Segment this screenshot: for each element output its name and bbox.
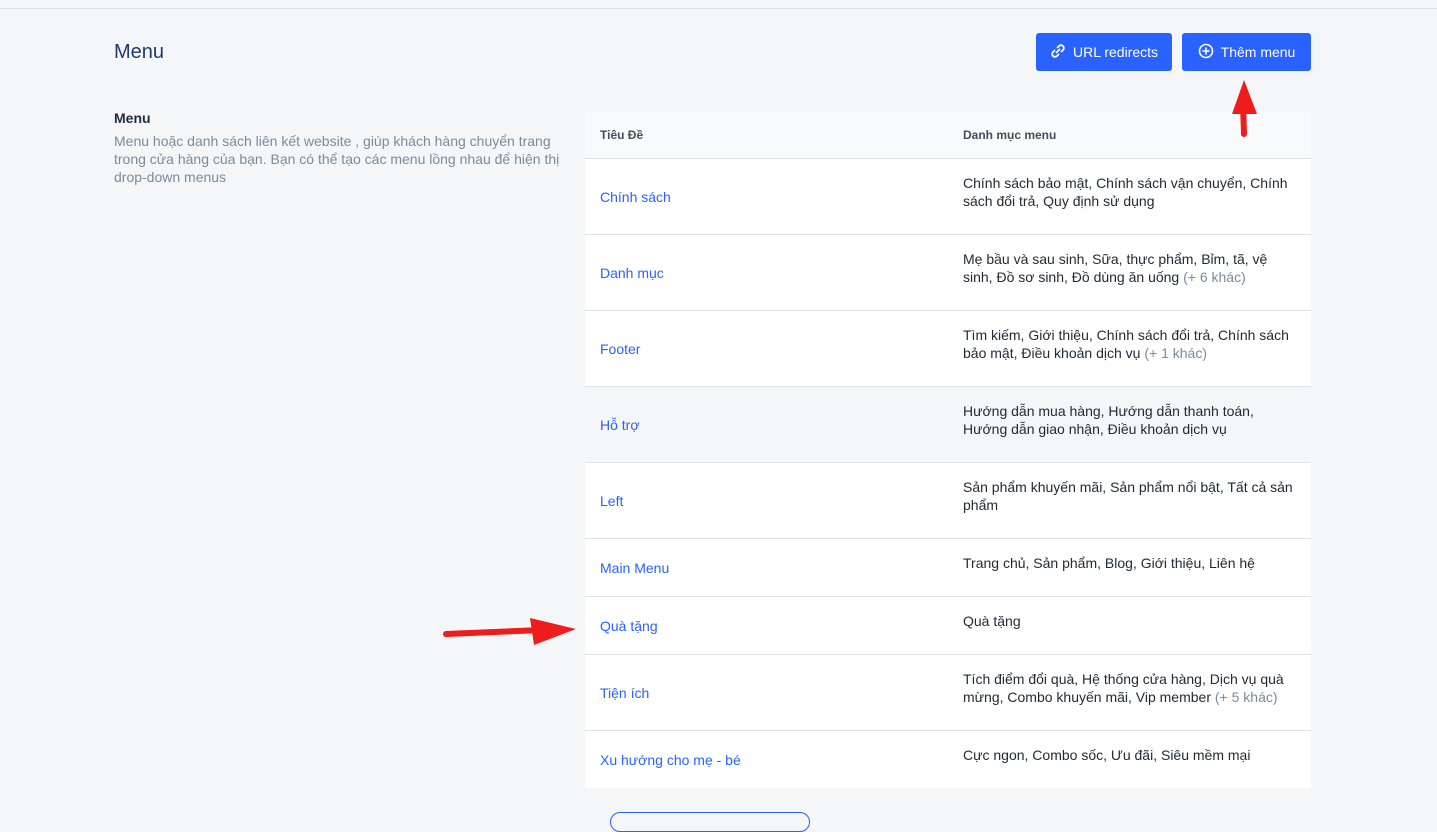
plus-circle-icon [1198,43,1214,62]
menu-title-link[interactable]: Danh mục [585,235,948,310]
table-row[interactable]: Left Sản phẩm khuyến mãi, Sản phẩm nổi bậ… [585,462,1311,538]
url-redirects-button[interactable]: URL redirects [1036,33,1172,71]
red-arrow-right-icon [443,618,576,645]
table-header: Tiêu Đề Danh mục menu [585,111,1311,158]
more-count: (+ 6 khác) [1183,269,1246,285]
menu-items-cell: Chính sách bảo mật, Chính sách vận chuyể… [948,159,1311,234]
add-menu-label: Thêm menu [1220,44,1296,60]
menu-items-text: Trang chủ, Sản phẩm, Blog, Giới thiệu, L… [963,555,1255,571]
description-text: Menu hoặc danh sách liên kết website , g… [114,133,560,185]
menu-title-link[interactable]: Main Menu [585,539,948,596]
table-row[interactable]: Xu hướng cho mẹ - bé Cực ngon, Combo sốc,… [585,730,1311,788]
menu-description: Menu Menu hoặc danh sách liên kết websit… [114,110,564,186]
menu-title-link[interactable]: Left [585,463,948,538]
menu-items-text: Cực ngon, Combo sốc, Ưu đãi, Siêu mềm mạ… [963,747,1251,763]
top-divider [0,0,1437,9]
menu-items-text: Sản phẩm khuyến mãi, Sản phẩm nổi bật, T… [963,479,1293,513]
menu-items-text: Tìm kiếm, Giới thiệu, Chính sách đổi trả… [963,327,1289,361]
table-row[interactable]: Main Menu Trang chủ, Sản phẩm, Blog, Giới… [585,538,1311,596]
table-row[interactable]: Danh mục Mẹ bầu và sau sinh, Sữa, thực ph… [585,234,1311,310]
menu-title-link[interactable]: Hỗ trợ [585,387,948,462]
description-title: Menu [114,110,151,126]
menu-title-link[interactable]: Xu hướng cho mẹ - bé [585,731,948,788]
more-count: (+ 5 khác) [1214,689,1278,705]
menu-items-cell: Hướng dẫn mua hàng, Hướng dẫn thanh toán… [948,387,1311,462]
table-row[interactable]: Hỗ trợ Hướng dẫn mua hàng, Hướng dẫn than… [585,386,1311,462]
bottom-button-edge [610,812,810,832]
url-redirects-label: URL redirects [1072,44,1159,60]
page-title: Menu [114,41,165,63]
menu-items-cell: Sản phẩm khuyến mãi, Sản phẩm nổi bật, T… [948,463,1311,538]
menu-items-text: Hướng dẫn mua hàng, Hướng dẫn thanh toán… [963,403,1254,437]
red-arrow-up-icon [1232,80,1257,137]
menu-items-cell: Tìm kiếm, Giới thiệu, Chính sách đổi trả… [948,311,1311,386]
menu-items-text: Quà tặng [963,613,1021,629]
menu-table: Tiêu Đề Danh mục menu Chính sách Chính sá… [585,111,1311,788]
menu-items-cell: Quà tặng [948,597,1311,654]
menu-title-link[interactable]: Chính sách [585,159,948,234]
column-header-items: Danh mục menu [963,127,1057,142]
menu-title-link[interactable]: Quà tặng [585,597,948,654]
table-row[interactable]: Tiện ích Tích điểm đổi quà, Hệ thống cửa … [585,654,1311,730]
more-count: (+ 1 khác) [1144,345,1207,361]
menu-items-cell: Cực ngon, Combo sốc, Ưu đãi, Siêu mềm mạ… [948,731,1311,788]
table-row[interactable]: Footer Tìm kiếm, Giới thiệu, Chính sách đ… [585,310,1311,386]
link-icon [1050,43,1066,62]
menu-items-cell: Trang chủ, Sản phẩm, Blog, Giới thiệu, L… [948,539,1311,596]
table-row[interactable]: Chính sách Chính sách bảo mật, Chính sách… [585,158,1311,234]
table-row[interactable]: Quà tặng Quà tặng [585,596,1311,654]
menu-items-text: Chính sách bảo mật, Chính sách vận chuyể… [963,175,1288,209]
menu-title-link[interactable]: Tiện ích [585,655,948,730]
menu-items-cell: Mẹ bầu và sau sinh, Sữa, thực phẩm, Bỉm,… [948,235,1311,310]
column-header-title: Tiêu Đề [600,127,644,142]
menu-title-link[interactable]: Footer [585,311,948,386]
add-menu-button[interactable]: Thêm menu [1182,33,1311,71]
menu-items-cell: Tích điểm đổi quà, Hệ thống cửa hàng, Dị… [948,655,1311,730]
